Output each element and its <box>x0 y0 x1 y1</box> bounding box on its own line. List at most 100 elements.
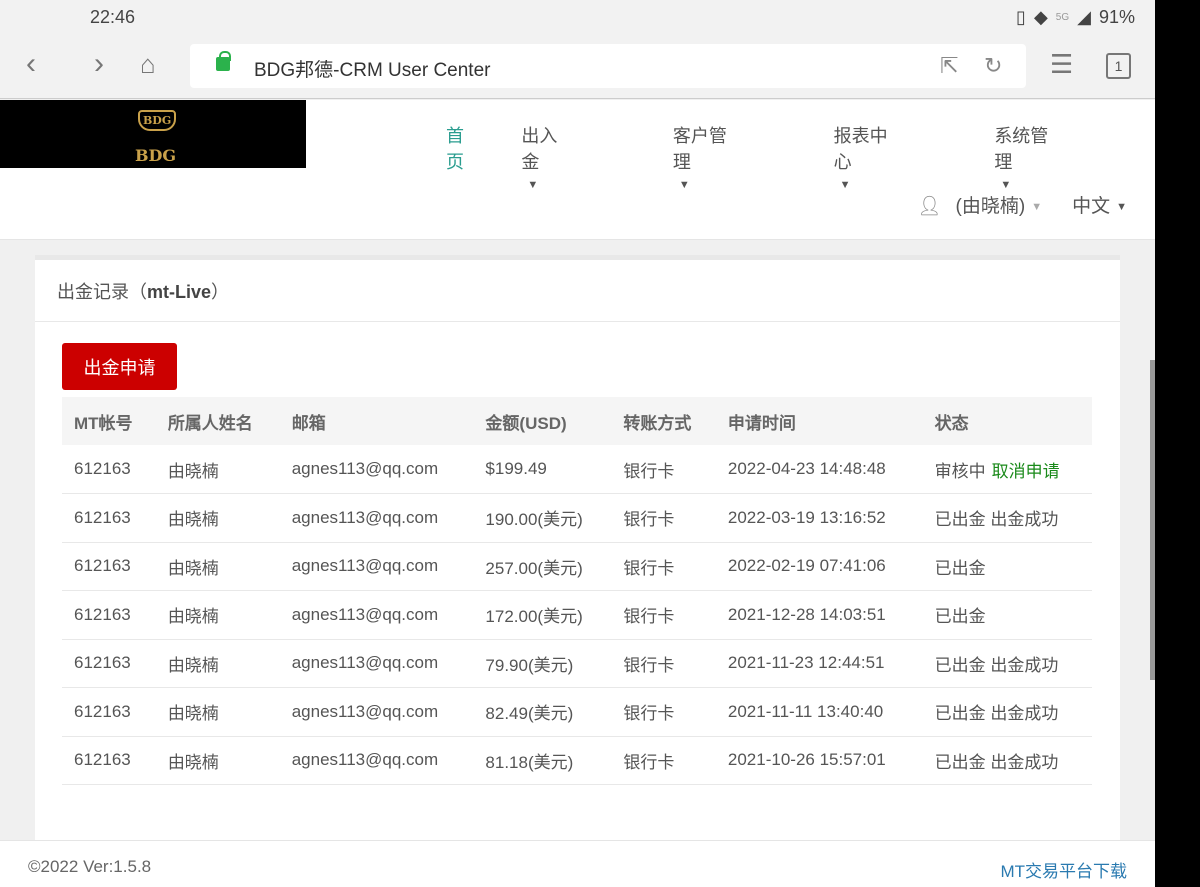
wifi-icon: ◆ <box>1033 7 1048 27</box>
cell-text: 2021-12-28 14:03:51 <box>727 604 886 624</box>
withdrawal-panel: 出金记录（mt-Live） 出金申请 MT帐号 所属人姓名 邮箱 金额(USD) 转账方… <box>35 255 1120 855</box>
table-header: MT帐号 所属人姓名 邮箱 金额(USD) 转账方式 申请时间 状态 <box>62 397 1092 445</box>
signal-icon: ◢ <box>1077 7 1091 27</box>
logo[interactable]: BDG BDG <box>0 100 306 168</box>
cell-text: 2021-10-26 15:57:01 <box>727 750 886 770</box>
cell-text: 612163 <box>74 653 131 673</box>
nav-reports[interactable]: 报表中心 ▼ <box>834 122 938 195</box>
cell-text: 2021-11-23 12:44:51 <box>727 653 885 673</box>
column-header: 所属人姓名 <box>155 397 280 445</box>
table-cell: 银行卡 <box>611 687 716 737</box>
title-text: 出金记录（ <box>57 282 147 302</box>
cell-text: agnes113@qq.com <box>291 556 439 576</box>
cell-text: 已出金 <box>934 558 986 578</box>
cell-text: 已出金 出金成功 <box>934 752 1059 772</box>
browser-toolbar: ‹ › ⌂ BDG邦德-CRM User Center ⇱ ↻ ☰ 1 <box>0 35 1155 99</box>
nav-customers[interactable]: 客户管理 ▼ <box>673 122 777 195</box>
column-header: 邮箱 <box>279 397 474 445</box>
cell-text: 2022-03-19 13:16:52 <box>727 507 886 527</box>
table-row: 612163 由晓楠 agnes113@qq.com 82.49(美元) 银行卡 2021… <box>62 687 1092 737</box>
table-cell: 银行卡 <box>611 493 716 543</box>
table-cell: 已出金 <box>922 590 1092 640</box>
home-icon[interactable]: ⌂ <box>140 49 156 80</box>
cell-text: agnes113@qq.com <box>291 459 439 478</box>
cell-text: 由晓楠 <box>167 607 219 627</box>
cell-text: agnes113@qq.com <box>291 653 439 673</box>
table-row: 612163 由晓楠 agnes113@qq.com 190.00(美元) 银行卡 202… <box>62 493 1092 543</box>
title-end: ） <box>211 282 230 302</box>
table-row: 612163 由晓楠 agnes113@qq.com $199.49 银行卡 2022-0… <box>62 445 1092 494</box>
cell-text: $199.49 <box>485 459 547 478</box>
cancel-request-link[interactable]: 取消申请 <box>992 462 1060 481</box>
forward-icon[interactable]: › <box>94 47 104 81</box>
lock-icon <box>216 51 231 71</box>
column-header: 转账方式 <box>611 397 716 445</box>
cell-text: 由晓楠 <box>167 558 219 578</box>
table-cell: 银行卡 <box>611 590 716 640</box>
withdrawal-table: MT帐号 所属人姓名 邮箱 金额(USD) 转账方式 申请时间 状态 612163 由晓楠 ag… <box>62 397 1092 785</box>
cell-text: 由晓楠 <box>167 704 219 724</box>
table-cell: 已出金 出金成功 <box>922 639 1092 688</box>
table-cell: 已出金 出金成功 <box>922 736 1092 785</box>
table-cell: 银行卡 <box>611 639 716 688</box>
reload-icon[interactable]: ↻ <box>984 53 1002 79</box>
logo-badge: BDG <box>138 110 177 131</box>
cell-text: 由晓楠 <box>167 461 219 481</box>
cell-text: 已出金 <box>934 607 986 627</box>
caret-down-icon: ▼ <box>1000 179 1012 192</box>
cell-text: 已出金 出金成功 <box>934 704 1059 724</box>
screen: 22:46 ▯ ◆ 5G ◢ 91% ‹ › ⌂ BDG邦德-CRM User … <box>0 0 1155 887</box>
table-cell: 银行卡 <box>611 542 716 591</box>
cell-text: 81.18(美元) <box>485 752 574 772</box>
nav-funds[interactable]: 出入金 ▼ <box>521 122 616 195</box>
user-row: 👤︎ (由晓楠) ▼ 中文 ▼ <box>917 191 1127 218</box>
table-row: 612163 由晓楠 agnes113@qq.com 79.90(美元) 银行卡 2021… <box>62 639 1092 688</box>
back-icon[interactable]: ‹ <box>26 47 36 81</box>
caret-down-icon: ▼ <box>1031 200 1043 213</box>
main-nav: 首页 出入金 ▼ 客户管理 ▼ 报表中心 ▼ 系统管理 ▼ <box>446 122 1155 195</box>
tabs-button[interactable]: 1 <box>1106 53 1131 79</box>
table-cell: 由晓楠 <box>155 639 280 688</box>
cell-text: 2021-11-11 13:40:40 <box>727 701 884 721</box>
address-bar[interactable]: BDG邦德-CRM User Center ⇱ ↻ <box>190 44 1026 88</box>
cell-text: 银行卡 <box>623 607 675 627</box>
cell-text: 银行卡 <box>623 510 675 530</box>
cell-text: 172.00(美元) <box>485 607 583 627</box>
table-cell: 审核中 取消申请 <box>922 445 1092 494</box>
mt-download-link[interactable]: MT交易平台下载 <box>1000 857 1127 882</box>
user-menu[interactable]: 👤︎ (由晓楠) ▼ <box>917 191 1042 218</box>
column-header: 状态 <box>922 397 1092 445</box>
nav-system[interactable]: 系统管理 ▼ <box>994 122 1098 195</box>
column-header: 金额(USD) <box>473 397 612 445</box>
language-menu[interactable]: 中文 ▼ <box>1072 191 1127 218</box>
table-cell: agnes113@qq.com <box>279 736 474 785</box>
nav-home[interactable]: 首页 <box>446 122 464 195</box>
share-icon[interactable]: ⇱ <box>940 53 958 79</box>
table-row: 612163 由晓楠 agnes113@qq.com 257.00(美元) 银行卡 202… <box>62 542 1092 591</box>
menu-icon[interactable]: ☰ <box>1050 49 1073 80</box>
table-cell: 612163 <box>62 639 156 688</box>
table-cell: 81.18(美元) <box>473 736 612 785</box>
caret-down-icon: ▼ <box>839 179 851 192</box>
table-cell: agnes113@qq.com <box>279 639 474 688</box>
cell-text: 257.00(美元) <box>485 558 583 578</box>
table-cell: 已出金 <box>922 542 1092 591</box>
cell-text: 银行卡 <box>623 558 675 578</box>
withdraw-apply-button[interactable]: 出金申请 <box>62 343 177 390</box>
table-cell: 由晓楠 <box>155 590 280 640</box>
table-cell: 612163 <box>62 687 156 737</box>
table-cell: 612163 <box>62 493 156 543</box>
nav-label: 系统管理 <box>994 126 1049 172</box>
cell-text: 190.00(美元) <box>485 510 583 530</box>
table-cell: agnes113@qq.com <box>279 445 474 494</box>
caret-down-icon: ▼ <box>1116 200 1127 213</box>
table-cell: 612163 <box>62 590 156 640</box>
scrollbar[interactable] <box>1150 360 1155 680</box>
table-cell: 2022-02-19 07:41:06 <box>715 542 923 591</box>
footer: ©2022 Ver:1.5.8 MT交易平台下载 <box>0 840 1155 887</box>
cell-text: 612163 <box>74 750 131 770</box>
cell-text: 612163 <box>74 507 131 527</box>
nav-label: 出入金 <box>521 126 558 172</box>
table-row: 612163 由晓楠 agnes113@qq.com 81.18(美元) 银行卡 2021… <box>62 736 1092 785</box>
cell-text: 612163 <box>74 701 131 721</box>
